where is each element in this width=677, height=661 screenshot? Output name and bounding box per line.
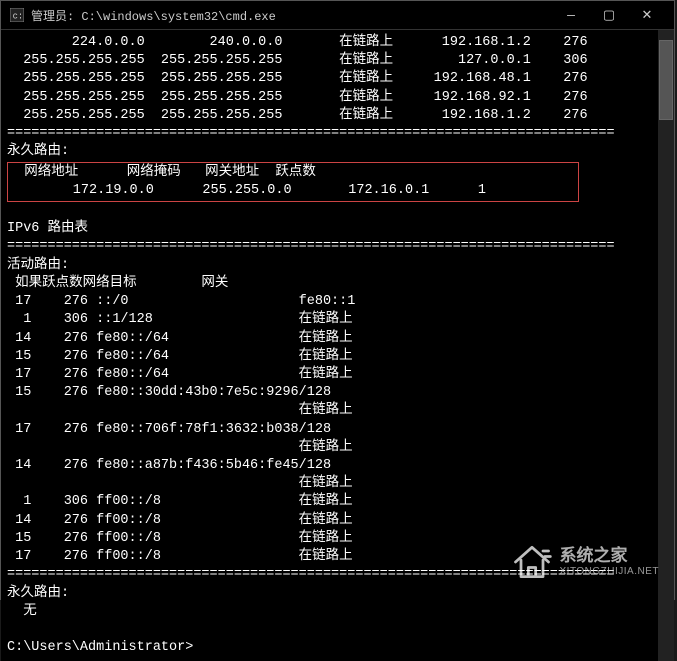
scroll-thumb[interactable] (659, 40, 673, 120)
scrollbar[interactable] (658, 30, 674, 661)
close-button[interactable]: ✕ (628, 1, 666, 29)
window-title: 管理员: C:\windows\system32\cmd.exe (31, 7, 552, 24)
cmd-window: c: 管理员: C:\windows\system32\cmd.exe — ▢ … (0, 0, 675, 600)
titlebar[interactable]: c: 管理员: C:\windows\system32\cmd.exe — ▢ … (1, 1, 674, 30)
minimize-button[interactable]: — (552, 1, 590, 29)
console-output[interactable]: 224.0.0.0 240.0.0.0 在链路上 192.168.1.2 276… (1, 30, 658, 661)
maximize-button[interactable]: ▢ (590, 1, 628, 29)
cmd-icon: c: (9, 7, 25, 23)
window-controls: — ▢ ✕ (552, 1, 666, 29)
console-area: 224.0.0.0 240.0.0.0 在链路上 192.168.1.2 276… (1, 30, 674, 661)
svg-text:c:: c: (13, 12, 24, 22)
